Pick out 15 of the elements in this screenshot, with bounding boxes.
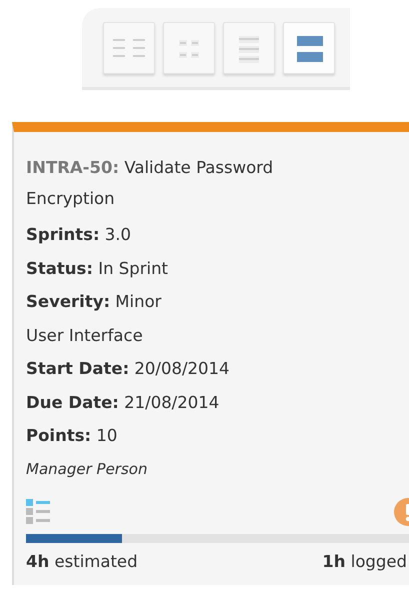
- view-toggle-button[interactable]: [283, 22, 335, 74]
- card-title: INTRA-50: Validate Password Encryption: [26, 157, 274, 210]
- field-line: Points: 10: [26, 425, 118, 447]
- field-line: Sprints: 3.0: [26, 224, 132, 246]
- field-line: Status: In Sprint: [26, 258, 170, 280]
- view-toggle-button[interactable]: [163, 22, 215, 74]
- view-toggle-button[interactable]: [103, 22, 155, 74]
- estimated-time: 4h estimated: [26, 551, 138, 573]
- field-line: Due Date: 21/08/2014: [26, 392, 220, 414]
- component-text: User Interface: [26, 324, 144, 346]
- assignee-name: Manager Person: [26, 458, 148, 480]
- field-line: Start Date: 20/08/2014: [26, 358, 231, 380]
- logged-time: 1h logged: [322, 551, 407, 573]
- field-line: Severity: Minor: [26, 291, 162, 313]
- view-toggle-button[interactable]: [223, 22, 275, 74]
